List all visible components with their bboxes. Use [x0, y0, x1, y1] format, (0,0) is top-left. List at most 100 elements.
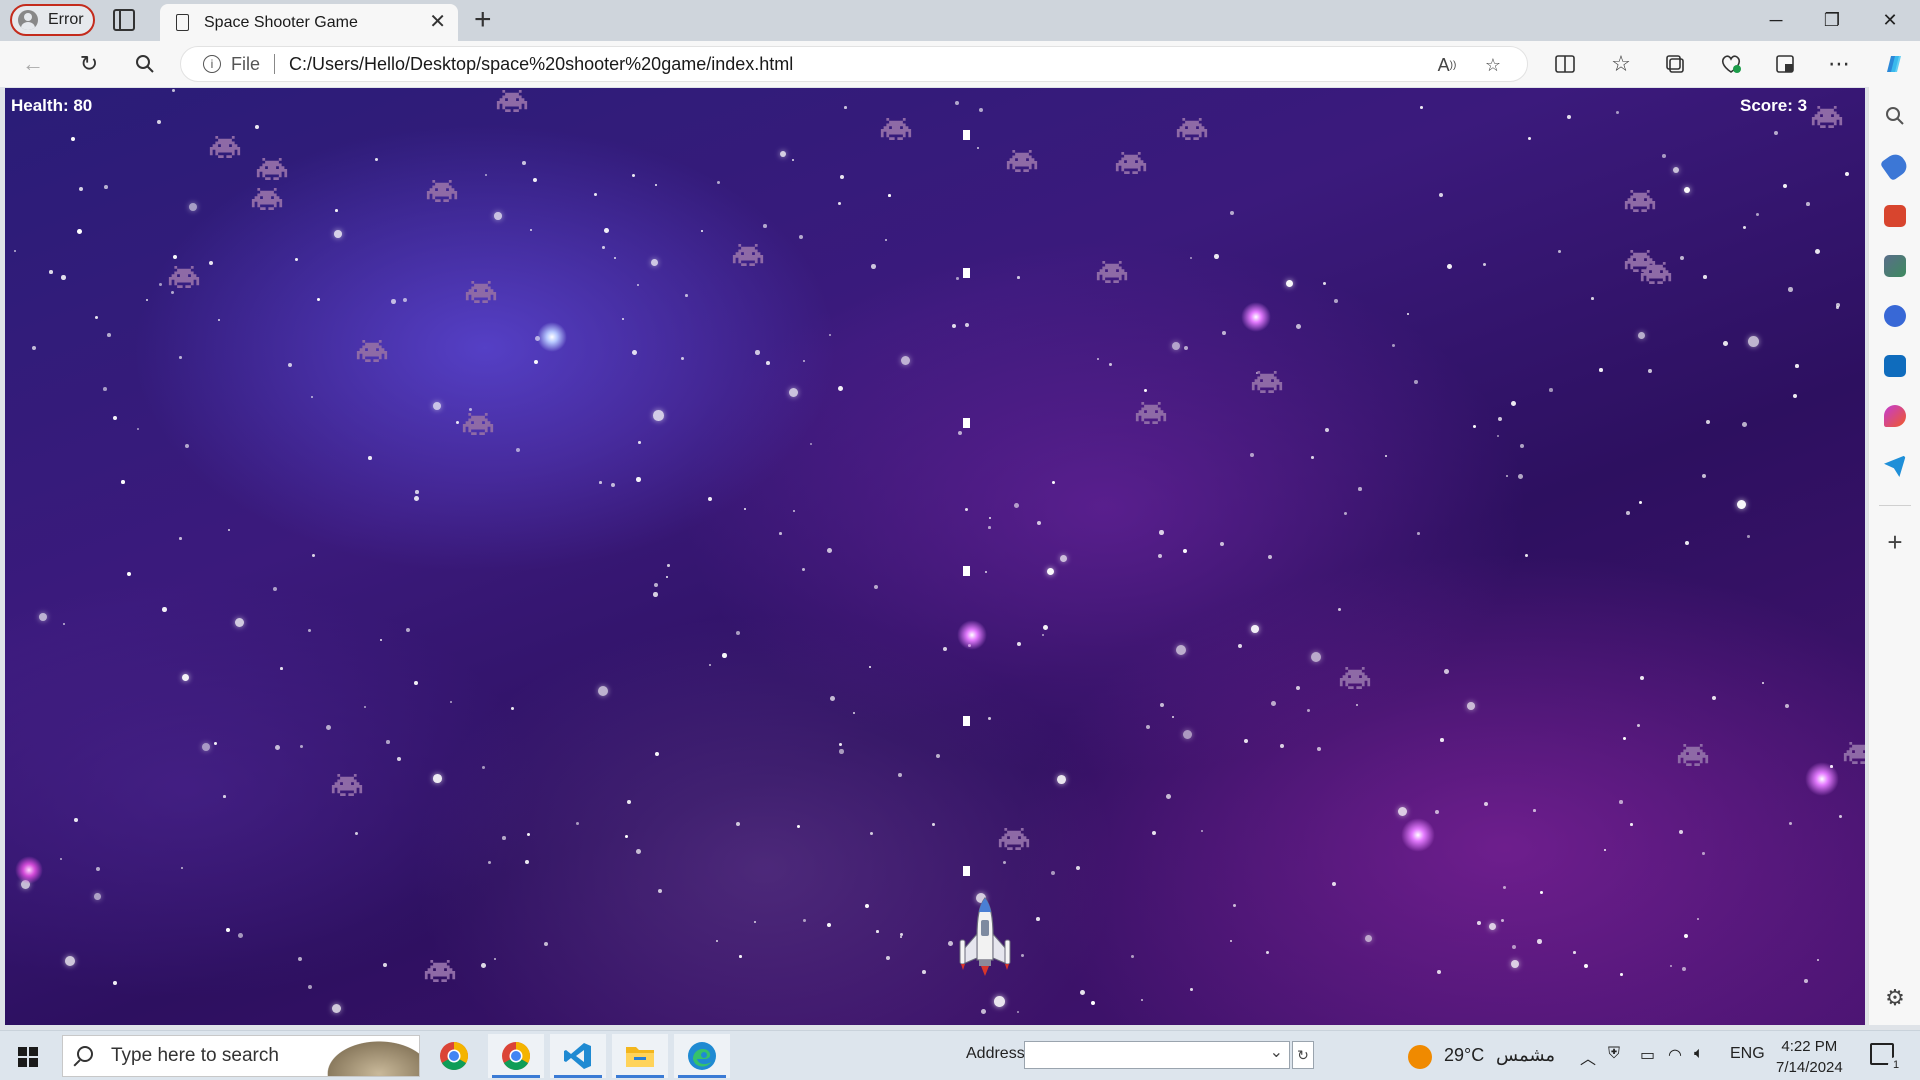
alien-invader-icon: [464, 281, 498, 303]
star: [981, 1009, 986, 1014]
weather-temperature[interactable]: 29°C: [1444, 1045, 1484, 1066]
star: [522, 161, 526, 165]
notifications-icon[interactable]: [1870, 1043, 1904, 1073]
star: [77, 229, 82, 234]
volume-icon[interactable]: 🔈︎: [1694, 1045, 1704, 1063]
sidebar-designer-icon[interactable]: [1884, 405, 1906, 427]
search-icon[interactable]: [130, 49, 160, 79]
info-icon[interactable]: i: [203, 55, 221, 73]
star: [977, 147, 980, 150]
star: [1742, 422, 1747, 427]
tab-actions-icon[interactable]: [113, 9, 135, 31]
star: [494, 212, 502, 220]
star: [406, 628, 411, 633]
clock[interactable]: 4:22 PM 7/14/2024: [1776, 1036, 1843, 1078]
sidebar-send-icon[interactable]: [1884, 455, 1906, 477]
file-explorer-icon[interactable]: [612, 1034, 668, 1078]
close-window-button[interactable]: ✕: [1862, 0, 1918, 40]
star: [171, 291, 175, 295]
collections-icon[interactable]: [1660, 49, 1690, 79]
star: [1172, 716, 1175, 719]
start-button-windows-icon[interactable]: [18, 1047, 38, 1067]
address-bar[interactable]: i File C:/Users/Hello/Desktop/space%20sh…: [180, 46, 1528, 82]
alien-invader-icon: [1842, 742, 1865, 764]
game-canvas[interactable]: Health: 80 Score: 3: [5, 88, 1865, 1025]
refresh-button[interactable]: ↻: [74, 49, 104, 79]
address-toolbar-input[interactable]: [1024, 1041, 1290, 1069]
url-text[interactable]: C:/Users/Hello/Desktop/space%20shooter%2…: [289, 54, 793, 75]
star: [803, 360, 806, 363]
sidebar-games-icon[interactable]: [1884, 255, 1906, 277]
star: [1712, 696, 1717, 701]
read-aloud-icon[interactable]: A)): [1433, 51, 1461, 79]
star: [865, 904, 870, 909]
language-indicator[interactable]: ENG: [1730, 1045, 1765, 1063]
star: [1311, 456, 1314, 459]
browser-essentials-icon[interactable]: [1716, 49, 1746, 79]
battery-icon[interactable]: ▭: [1640, 1045, 1655, 1065]
star: [162, 607, 167, 612]
star: [1097, 358, 1100, 361]
new-tab-button[interactable]: +: [474, 3, 492, 37]
more-menu-icon[interactable]: ⋯: [1824, 49, 1854, 79]
star: [1489, 923, 1497, 931]
star: [415, 490, 419, 494]
profile-button[interactable]: Error: [10, 4, 95, 36]
star: [869, 666, 872, 669]
chrome-icon[interactable]: [426, 1034, 482, 1078]
star: [803, 919, 807, 923]
star: [1356, 704, 1359, 707]
star: [456, 421, 459, 424]
star: [1540, 891, 1543, 894]
star: [1233, 904, 1237, 908]
star: [1599, 368, 1603, 372]
tab-close-icon[interactable]: ✕: [429, 12, 446, 32]
star: [655, 184, 658, 187]
sidebar-tools-icon[interactable]: [1884, 205, 1906, 227]
sidebar-outlook-icon[interactable]: [1884, 355, 1906, 377]
favorites-icon[interactable]: ☆: [1606, 49, 1636, 79]
alien-invader-icon: [461, 413, 495, 435]
star: [527, 833, 530, 836]
star: [627, 800, 632, 805]
star: [653, 410, 664, 421]
star: [1439, 193, 1444, 198]
taskbar-search-box[interactable]: Type here to search: [62, 1035, 420, 1077]
sidebar-search-icon[interactable]: [1884, 105, 1906, 127]
sidebar-copilot-icon[interactable]: [1884, 305, 1906, 327]
back-button[interactable]: ←: [18, 49, 48, 79]
copilot-icon[interactable]: [1878, 49, 1908, 79]
favorite-star-icon[interactable]: ☆: [1479, 51, 1507, 79]
chrome-icon[interactable]: [488, 1034, 544, 1078]
workspaces-icon[interactable]: [1770, 49, 1800, 79]
sidebar-divider: [1879, 505, 1911, 506]
minimize-button[interactable]: ─: [1748, 0, 1804, 40]
weather-sun-icon[interactable]: [1408, 1045, 1432, 1069]
star: [1365, 935, 1372, 942]
star: [1518, 474, 1523, 479]
star: [827, 923, 832, 928]
sidebar-add-icon[interactable]: +: [1884, 529, 1906, 555]
star: [965, 508, 969, 512]
tab-active[interactable]: Space Shooter Game ✕: [160, 4, 458, 41]
show-hidden-icons-chevron-icon[interactable]: ︿: [1580, 1045, 1596, 1069]
star: [829, 334, 832, 337]
star: [1238, 644, 1243, 649]
star: [958, 431, 963, 436]
address-go-icon[interactable]: ↻: [1292, 1041, 1314, 1069]
sidebar-shopping-icon[interactable]: [1879, 150, 1911, 182]
split-screen-icon[interactable]: [1550, 49, 1580, 79]
weather-description[interactable]: مشمس: [1496, 1045, 1555, 1066]
sidebar-settings-gear-icon[interactable]: ⚙: [1884, 987, 1906, 1009]
alien-invader-icon: [1810, 106, 1844, 128]
edge-icon[interactable]: [674, 1034, 730, 1078]
security-icon[interactable]: ⛨: [1608, 1045, 1620, 1063]
star: [1637, 724, 1641, 728]
restore-button[interactable]: ❐: [1804, 0, 1860, 40]
star: [1266, 951, 1270, 955]
vscode-icon[interactable]: [550, 1034, 606, 1078]
wifi-icon[interactable]: ◠: [1668, 1045, 1682, 1065]
star: [1176, 645, 1187, 656]
alien-invader-icon: [1250, 371, 1284, 393]
star: [1793, 394, 1798, 399]
